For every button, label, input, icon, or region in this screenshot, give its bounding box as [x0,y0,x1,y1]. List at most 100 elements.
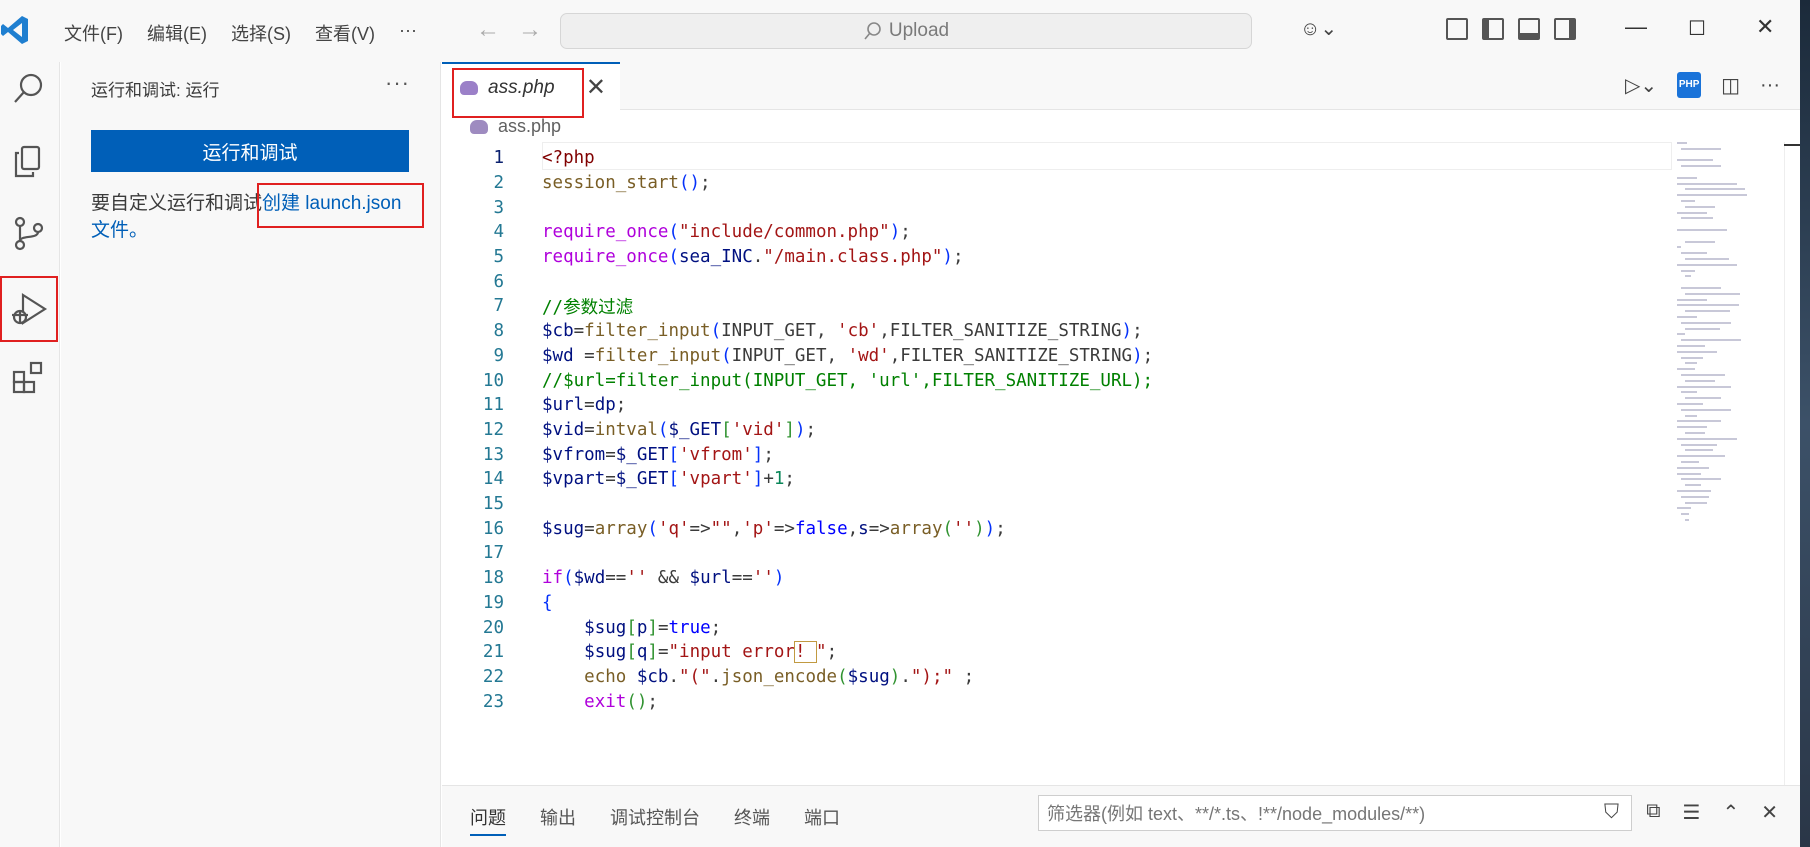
run-file-icon[interactable]: ▷⌄ [1625,73,1657,98]
code-editor[interactable]: 1 <?php 2 session_start(); 3 4 require_once("i… [442,142,1672,785]
tab-ports[interactable]: 端口 [804,804,840,836]
copilot-icon[interactable]: ☺⌄ [1300,16,1337,41]
line-source: echo $cb."(".json_encode($sug).");" ; [584,666,975,687]
forward-arrow-icon[interactable]: → [518,16,542,44]
split-editor-icon[interactable]: ◫ [1721,73,1740,98]
tab-problems[interactable]: 问题 [470,804,506,836]
minimap-line [1681,356,1703,359]
tab-close-icon[interactable]: ✕ [586,73,606,102]
line-source: exit(); [584,691,658,712]
minimap-line [1681,147,1721,150]
editor-more-actions-icon[interactable]: ··· [1760,74,1780,97]
minimap-line [1677,182,1737,185]
tab-highlight-box [452,68,584,118]
minimap-line [1677,426,1707,429]
minimap-line [1677,437,1737,440]
filter-placeholder: 筛选器(例如 text、**/*.ts、!**/node_modules/**) [1047,804,1426,824]
copy-icon[interactable]: ⧉ [1646,800,1660,825]
layout-controls [1446,18,1576,40]
minimap-line [1681,408,1731,411]
maximize-icon[interactable]: ☐ [1688,16,1706,41]
line-number: 18 [482,568,504,589]
toggle-panel-icon[interactable] [1518,18,1540,40]
breadcrumb-file[interactable]: ass.php [498,116,561,137]
minimap-line [1677,229,1727,231]
filter-icon[interactable]: ⛉ [1604,801,1619,824]
toggle-secondary-sidebar-icon[interactable] [1554,18,1576,40]
customize-layout-icon[interactable] [1446,18,1468,40]
line-source: if($wd=='' && $url=='') [542,568,785,589]
scrollbar-cursor-marker [1784,144,1800,146]
run-and-debug-icon[interactable] [0,276,58,342]
menu-bar: 文件(F) 编辑(E) 选择(S) 查看(V) ··· [52,18,429,48]
hint-suffix-link[interactable]: 文件。 [91,220,148,241]
minimap-line [1677,246,1681,249]
minimap-line [1681,217,1713,220]
line-source: session_start(); [542,172,711,193]
minimap-line [1677,420,1721,423]
minimap-line [1681,495,1709,498]
tab-debug-console[interactable]: 调试控制台 [610,804,700,836]
line-number: 13 [482,444,504,465]
line-number: 15 [482,494,504,515]
minimap-line [1677,194,1747,197]
panel-tabs: 问题 输出 调试控制台 终端 端口 [470,804,840,836]
line-source: require_once("include/common.php"); [542,222,911,243]
line-number: 12 [482,419,504,440]
list-view-icon[interactable]: ☰ [1683,800,1701,825]
source-control-icon[interactable] [6,210,52,256]
back-arrow-icon[interactable]: ← [476,16,500,44]
problems-filter-input[interactable]: 筛选器(例如 text、**/*.ts、!**/node_modules/**)… [1038,795,1632,831]
minimap-line [1677,507,1691,510]
minimap-line [1681,165,1721,168]
close-window-icon[interactable]: ✕ [1756,14,1774,40]
search-icon[interactable] [6,66,52,112]
hint-prefix: 要自定义运行和调试 [91,193,263,214]
menu-edit[interactable]: 编辑(E) [135,18,219,48]
minimap-line [1681,461,1699,463]
toggle-primary-sidebar-icon[interactable] [1482,18,1504,40]
command-center-search[interactable]: Upload [560,13,1252,49]
breadcrumb[interactable]: ass.php [470,116,561,137]
minimize-icon[interactable]: — [1625,14,1647,40]
code-line[interactable]: 23 exit(); [442,687,1672,716]
menu-file[interactable]: 文件(F) [52,18,135,48]
close-panel-icon[interactable]: ✕ [1761,800,1778,825]
explorer-icon[interactable] [6,138,52,184]
menu-view[interactable]: 查看(V) [303,18,387,48]
minimap-line [1685,205,1715,208]
desktop-background-strip [1800,0,1810,847]
minimap-line [1677,142,1687,144]
run-debug-sidebar: 运行和调试: 运行 ··· 运行和调试 要自定义运行和调试创建 launch.j… [61,62,441,847]
extensions-icon[interactable] [6,354,52,400]
sidebar-more-actions-icon[interactable]: ··· [385,70,410,96]
editor-actions: ▷⌄ PHP ◫ ··· [1625,72,1780,98]
run-and-debug-button[interactable]: 运行和调试 [91,130,409,172]
line-number: 22 [482,666,504,687]
minimap-line [1681,443,1717,446]
editor-scrollbar[interactable] [1784,142,1800,785]
minimap-line [1677,211,1707,214]
minimap[interactable] [1677,142,1777,562]
tab-terminal[interactable]: 终端 [734,804,770,836]
line-source: $vid=intval($_GET['vid']); [542,419,817,440]
menu-selection[interactable]: 选择(S) [219,18,303,48]
php-elephant-icon [470,119,488,134]
line-number: 1 [493,148,504,169]
minimap-line [1681,287,1721,289]
line-source: //$url=filter_input(INPUT_GET, 'url',FIL… [542,370,1154,391]
maximize-panel-icon[interactable]: ⌃ [1722,800,1739,825]
minimap-line [1685,362,1697,365]
minimap-line [1685,379,1715,382]
menu-more[interactable]: ··· [387,18,429,48]
line-number: 4 [493,222,504,243]
line-number: 19 [482,592,504,613]
minimap-line [1685,397,1721,400]
line-source: <?php [542,148,595,169]
line-number: 5 [493,247,504,268]
tab-output[interactable]: 输出 [540,804,576,836]
panel-actions: ⧉ ☰ ⌃ ✕ [1646,800,1778,825]
minimap-line [1681,321,1731,324]
php-preview-icon[interactable]: PHP [1677,72,1702,98]
line-number: 7 [493,296,504,317]
